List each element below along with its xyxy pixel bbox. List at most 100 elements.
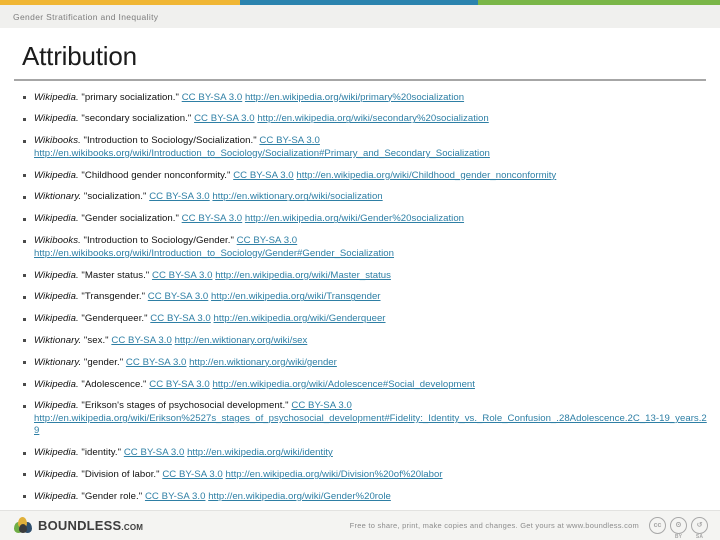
- reference-source: Wikipedia.: [34, 468, 79, 480]
- license-link[interactable]: CC BY-SA 3.0: [259, 135, 320, 146]
- brand-suffix: .COM: [121, 523, 144, 532]
- license-link[interactable]: CC BY-SA 3.0: [182, 92, 243, 103]
- license-link[interactable]: CC BY-SA 3.0: [149, 379, 210, 390]
- reference-work-title: "Childhood gender nonconformity.": [81, 169, 231, 181]
- license-link[interactable]: CC BY-SA 3.0: [150, 313, 211, 324]
- top-color-strip: [0, 0, 720, 5]
- source-url-link[interactable]: http://en.wikipedia.org/wiki/Gender%20so…: [245, 213, 464, 224]
- license-link[interactable]: CC BY-SA 3.0: [149, 191, 210, 202]
- reference-source: Wikipedia.: [34, 291, 79, 303]
- source-url-link[interactable]: http://en.wikipedia.org/wiki/Genderqueer: [214, 313, 386, 324]
- source-url-link[interactable]: http://en.wiktionary.org/wiki/gender: [189, 357, 337, 368]
- license-link[interactable]: CC BY-SA 3.0: [148, 291, 209, 302]
- license-link[interactable]: CC BY-SA 3.0: [124, 447, 185, 458]
- reference-item: Wiktionary. "sex." CC BY-SA 3.0 http://e…: [22, 335, 712, 347]
- reference-work-title: "Transgender.": [81, 291, 146, 303]
- reference-item: Wikipedia. "secondary socialization." CC…: [22, 113, 712, 125]
- source-url-link[interactable]: http://en.wikipedia.org/wiki/Erikson%252…: [34, 413, 712, 437]
- source-url-link[interactable]: http://en.wikipedia.org/wiki/Adolescence…: [212, 379, 475, 390]
- reference-source: Wikipedia.: [34, 378, 79, 390]
- reference-source: Wikibooks.: [34, 135, 81, 147]
- license-link[interactable]: CC BY-SA 3.0: [233, 170, 294, 181]
- cc-sa-icon: ↺ SA: [691, 517, 708, 540]
- reference-work-title: "primary socialization.": [81, 91, 179, 103]
- reference-work-title: "Erikson's stages of psychosocial develo…: [81, 400, 289, 412]
- license-link[interactable]: CC BY-SA 3.0: [237, 235, 298, 246]
- reference-work-title: "socialization.": [83, 191, 147, 203]
- license-link[interactable]: CC BY-SA 3.0: [111, 335, 172, 346]
- reference-work-title: "Division of labor.": [81, 468, 160, 480]
- reference-source: Wikipedia.: [34, 91, 79, 103]
- source-url-link[interactable]: http://en.wikibooks.org/wiki/Introductio…: [34, 248, 712, 260]
- source-url-link[interactable]: http://en.wikibooks.org/wiki/Introductio…: [34, 148, 712, 160]
- chapter-bar: Gender Stratification and Inequality: [0, 5, 720, 28]
- brand-wordmark: BOUNDLESS.COM: [38, 519, 143, 532]
- strip-segment-green: [478, 0, 720, 5]
- reference-item: Wikipedia. "Gender role." CC BY-SA 3.0 h…: [22, 491, 712, 503]
- cc-by-icon: ʘ BY: [670, 517, 687, 540]
- reference-work-title: "Introduction to Sociology/Socialization…: [83, 135, 257, 147]
- reference-item: Wikipedia. "Gender socialization." CC BY…: [22, 213, 712, 225]
- cc-badge-glyph: cc: [653, 522, 662, 529]
- reference-source: Wiktionary.: [34, 191, 82, 203]
- reference-item: Wikipedia. "Division of labor." CC BY-SA…: [22, 469, 712, 481]
- reference-source: Wikipedia.: [34, 169, 79, 181]
- license-link[interactable]: CC BY-SA 3.0: [145, 491, 206, 502]
- source-url-link[interactable]: http://en.wikipedia.org/wiki/identity: [187, 447, 333, 458]
- reference-item: Wikipedia. "primary socialization." CC B…: [22, 92, 712, 104]
- source-url-link[interactable]: http://en.wikipedia.org/wiki/Master_stat…: [215, 270, 391, 281]
- slide-footer: BOUNDLESS.COM Free to share, print, make…: [0, 510, 720, 540]
- reference-source: Wikipedia.: [34, 269, 79, 281]
- reference-work-title: "Adolescence.": [81, 378, 147, 390]
- source-url-link[interactable]: http://en.wikipedia.org/wiki/Transgender: [211, 291, 381, 302]
- creative-commons-badges: cc ʘ BY ↺ SA: [649, 517, 720, 540]
- reference-work-title: "Master status.": [81, 269, 150, 281]
- footer-note: Free to share, print, make copies and ch…: [349, 521, 639, 530]
- reference-work-title: "sex.": [83, 334, 109, 346]
- license-link[interactable]: CC BY-SA 3.0: [194, 113, 255, 124]
- attribution-reference-list: Wikipedia. "primary socialization." CC B…: [0, 81, 720, 503]
- reference-source: Wikipedia.: [34, 213, 79, 225]
- reference-source: Wikibooks.: [34, 235, 81, 247]
- strip-segment-blue: [240, 0, 478, 5]
- source-url-link[interactable]: http://en.wikipedia.org/wiki/primary%20s…: [245, 92, 464, 103]
- source-url-link[interactable]: http://en.wikipedia.org/wiki/Childhood_g…: [296, 170, 556, 181]
- boundless-logo: BOUNDLESS.COM: [0, 517, 143, 534]
- reference-item: Wiktionary. "gender." CC BY-SA 3.0 http:…: [22, 357, 712, 369]
- license-link[interactable]: CC BY-SA 3.0: [152, 270, 213, 281]
- source-url-link[interactable]: http://en.wiktionary.org/wiki/sex: [175, 335, 308, 346]
- reference-item: Wikipedia. "Adolescence." CC BY-SA 3.0 h…: [22, 379, 712, 391]
- license-link[interactable]: CC BY-SA 3.0: [182, 213, 243, 224]
- source-url-link[interactable]: http://en.wiktionary.org/wiki/socializat…: [212, 191, 382, 202]
- reference-work-title: "identity.": [81, 447, 122, 459]
- cc-badge-sublabel: SA: [695, 534, 704, 540]
- reference-source: Wikipedia.: [34, 490, 79, 502]
- reference-item: Wikipedia. "Childhood gender nonconformi…: [22, 170, 712, 182]
- license-link[interactable]: CC BY-SA 3.0: [162, 469, 223, 480]
- source-url-link[interactable]: http://en.wikipedia.org/wiki/Gender%20ro…: [208, 491, 391, 502]
- reference-item: Wikipedia. "Erikson's stages of psychoso…: [22, 400, 712, 437]
- source-url-link[interactable]: http://en.wikipedia.org/wiki/Division%20…: [226, 469, 443, 480]
- license-link[interactable]: CC BY-SA 3.0: [291, 400, 352, 411]
- slide-body: Attribution Wikipedia. "primary socializ…: [0, 28, 720, 540]
- page-title: Attribution: [22, 41, 137, 71]
- chapter-title: Gender Stratification and Inequality: [13, 11, 159, 22]
- brand-name: BOUNDLESS: [38, 518, 122, 533]
- reference-item: Wikibooks. "Introduction to Sociology/So…: [22, 135, 712, 160]
- reference-source: Wiktionary.: [34, 356, 82, 368]
- reference-work-title: "Genderqueer.": [81, 313, 148, 325]
- reference-source: Wikipedia.: [34, 313, 79, 325]
- cc-cc-icon: cc: [649, 517, 666, 534]
- reference-item: Wikipedia. "Transgender." CC BY-SA 3.0 h…: [22, 291, 712, 303]
- reference-work-title: "Gender role.": [81, 490, 143, 502]
- reference-source: Wikipedia.: [34, 400, 79, 412]
- reference-work-title: "Introduction to Sociology/Gender.": [83, 235, 234, 247]
- reference-source: Wiktionary.: [34, 334, 82, 346]
- reference-work-title: "secondary socialization.": [81, 113, 192, 125]
- reference-item: Wikipedia. "identity." CC BY-SA 3.0 http…: [22, 447, 712, 459]
- cc-badge-glyph: ↺: [696, 522, 703, 529]
- reference-item: Wikipedia. "Genderqueer." CC BY-SA 3.0 h…: [22, 313, 712, 325]
- source-url-link[interactable]: http://en.wikipedia.org/wiki/secondary%2…: [257, 113, 488, 124]
- license-link[interactable]: CC BY-SA 3.0: [126, 357, 187, 368]
- cc-badge-glyph: ʘ: [675, 522, 682, 529]
